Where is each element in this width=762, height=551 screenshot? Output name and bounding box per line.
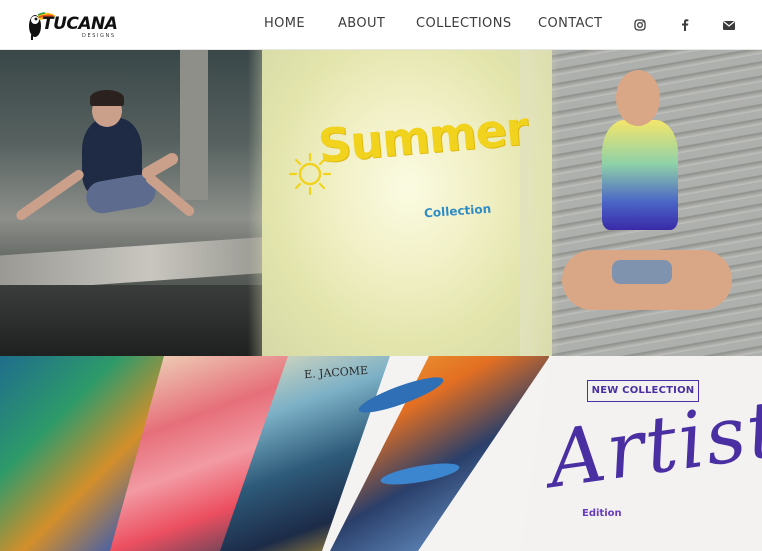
fade-right xyxy=(520,50,560,356)
person-hair xyxy=(90,90,124,106)
new-collection-badge: NEW COLLECTION xyxy=(587,380,699,402)
facebook-icon[interactable] xyxy=(678,17,692,31)
artist-subtitle: Edition xyxy=(582,508,622,519)
person-arm xyxy=(14,167,86,223)
dock-post xyxy=(180,50,208,200)
summer-photo-right xyxy=(540,50,762,356)
nav-contact[interactable]: CONTACT xyxy=(538,16,602,31)
summer-center-panel xyxy=(262,50,552,356)
person-shirt xyxy=(602,120,678,230)
summer-collection-banner[interactable] xyxy=(0,50,762,356)
envelope-icon[interactable] xyxy=(722,17,736,31)
nav-about[interactable]: ABOUT xyxy=(338,16,385,31)
main-nav: HOME ABOUT COLLECTIONS CONTACT xyxy=(0,0,762,50)
person-head xyxy=(616,70,660,126)
nav-collections[interactable]: COLLECTIONS xyxy=(416,16,511,31)
person-shorts xyxy=(612,260,672,284)
site-header: TUCANA DESIGNS HOME ABOUT COLLECTIONS CO… xyxy=(0,0,762,50)
nav-home[interactable]: HOME xyxy=(264,16,305,31)
instagram-icon[interactable] xyxy=(633,17,647,31)
